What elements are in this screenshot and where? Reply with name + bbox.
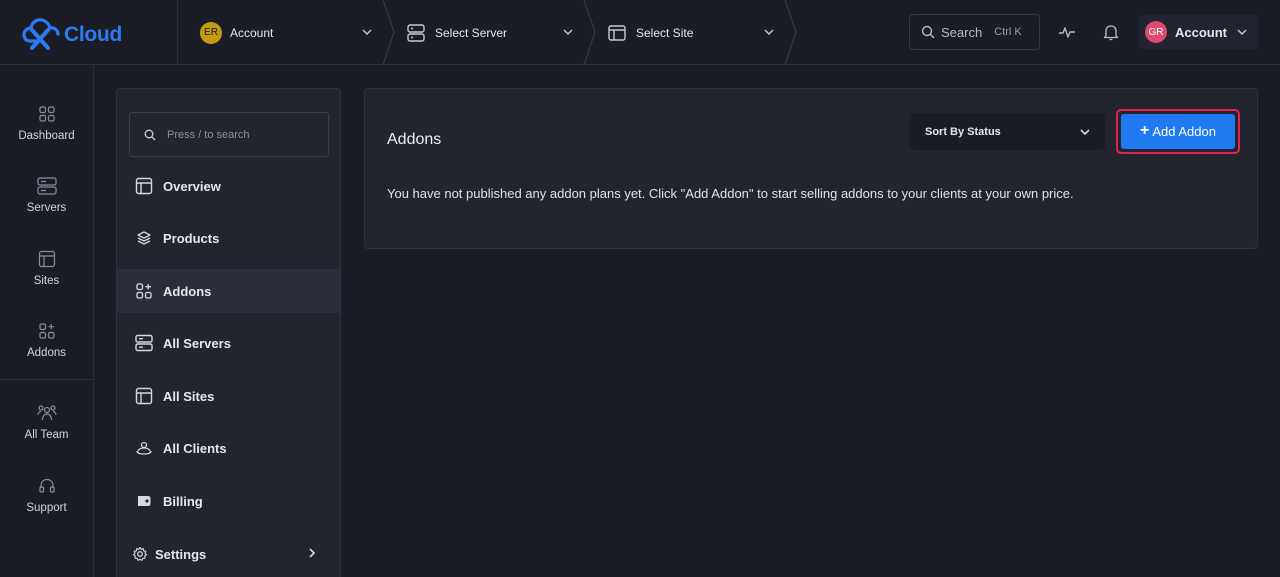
reseller-subnav: Press / to search Overview Products Addo… [116, 88, 341, 577]
server-icon [135, 334, 153, 352]
rail-item-support[interactable]: Support [0, 477, 93, 514]
subnav-item-label: Addons [163, 283, 212, 299]
chevron-right-icon [309, 548, 316, 558]
chevron-down-icon [362, 29, 372, 36]
layout-icon [135, 387, 153, 405]
brand-name: Cloud [64, 22, 122, 46]
breadcrumb-separator [784, 0, 797, 65]
account-menu-label: Account [1175, 24, 1227, 40]
subnav-search-input[interactable]: Press / to search [129, 112, 329, 157]
subnav-item-all-sites[interactable]: All Sites [117, 374, 340, 418]
bell-icon[interactable] [1101, 22, 1121, 42]
cloud-logo-icon [22, 17, 60, 50]
rail-item-all-team[interactable]: All Team [0, 404, 93, 441]
chevron-down-icon [1237, 29, 1247, 36]
subnav-item-label: All Servers [163, 335, 231, 351]
subnav-search-placeholder: Press / to search [167, 128, 250, 141]
account-menu-button[interactable]: GR Account [1138, 15, 1258, 49]
add-addon-highlight: + Add Addon [1116, 109, 1240, 154]
subnav-item-addons[interactable]: Addons [117, 269, 340, 313]
plus-icon: + [1140, 121, 1150, 139]
addons-icon [38, 323, 55, 339]
search-icon [921, 25, 935, 39]
subnav-item-all-servers[interactable]: All Servers [117, 321, 340, 365]
server-selector-label: Select Server [435, 25, 508, 40]
subnav-item-billing[interactable]: Billing [117, 479, 340, 523]
gear-icon [132, 546, 148, 561]
dashboard-icon [38, 106, 55, 122]
rail-item-label: Dashboard [18, 130, 75, 142]
sort-by-status-dropdown[interactable]: Sort By Status [910, 113, 1105, 150]
subnav-item-overview[interactable]: Overview [117, 164, 340, 208]
server-icon [36, 177, 57, 195]
account-avatar: ER [200, 21, 222, 44]
account-switcher-label: Account [230, 25, 274, 40]
top-bar: Cloud ER Account Select Server Select Si… [0, 0, 1280, 65]
add-addon-button[interactable]: + Add Addon [1121, 114, 1235, 149]
user-avatar: GR [1145, 21, 1167, 43]
headset-icon [38, 478, 55, 493]
subnav-item-label: All Clients [163, 440, 227, 456]
rail-item-label: Sites [33, 275, 60, 287]
rail-item-addons[interactable]: Addons [0, 322, 93, 359]
layers-icon [137, 231, 151, 245]
layout-icon [135, 177, 153, 195]
search-shortcut: Ctrl K [994, 26, 1022, 38]
search-icon [144, 129, 156, 140]
site-selector-label: Select Site [636, 25, 694, 40]
site-icon [608, 24, 626, 41]
addons-icon [136, 283, 152, 299]
subnav-item-label: Overview [163, 178, 221, 194]
empty-state-message: You have not published any addon plans y… [387, 186, 1074, 201]
global-search[interactable]: Search Ctrl K [909, 14, 1040, 50]
add-addon-label: Add Addon [1152, 124, 1216, 139]
subnav-item-settings[interactable]: Settings [117, 532, 340, 576]
site-selector[interactable]: Select Site [607, 0, 787, 65]
subnav-item-products[interactable]: Products [117, 216, 340, 260]
rail-item-label: Addons [26, 347, 66, 359]
rail-item-servers[interactable]: Servers [0, 177, 93, 214]
subnav-item-label: Settings [155, 546, 207, 562]
sort-select-label: Sort By Status [925, 125, 1001, 138]
breadcrumb-separator [583, 0, 596, 65]
site-icon [38, 250, 55, 268]
rail-item-label: All Team [24, 429, 69, 441]
server-selector[interactable]: Select Server [406, 0, 586, 65]
rail-item-label: Support [26, 502, 67, 514]
subnav-item-label: Products [163, 230, 220, 246]
rail-divider [0, 379, 93, 380]
breadcrumb-separator [382, 0, 395, 65]
subnav-item-label: Billing [163, 493, 203, 509]
account-switcher[interactable]: ER Account [200, 0, 385, 65]
server-icon [407, 23, 425, 42]
chevron-down-icon [1080, 129, 1090, 136]
clients-icon [136, 441, 152, 455]
activity-icon[interactable] [1057, 22, 1077, 42]
billing-icon [138, 496, 151, 506]
page-title: Addons [387, 131, 442, 148]
rail-item-label: Servers [26, 202, 67, 214]
subnav-item-label: All Sites [163, 388, 215, 404]
chevron-down-icon [563, 29, 573, 36]
rail-item-sites[interactable]: Sites [0, 250, 93, 287]
team-icon [36, 405, 57, 421]
addons-panel: Addons Sort By Status + Add Addon You ha… [364, 88, 1258, 249]
rail-item-dashboard[interactable]: Dashboard [0, 105, 93, 142]
subnav-item-all-clients[interactable]: All Clients [117, 426, 340, 470]
primary-nav-rail: Dashboard Servers Sites Addons All Team … [0, 65, 94, 577]
search-label: Search [941, 24, 983, 40]
chevron-down-icon [764, 29, 774, 36]
brand-logo[interactable]: Cloud [0, 0, 178, 65]
